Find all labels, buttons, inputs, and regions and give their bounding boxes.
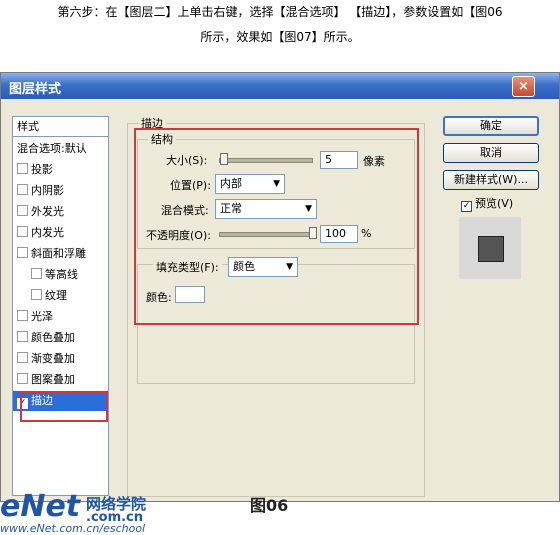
- styles-header: 样式: [13, 117, 108, 137]
- checkbox-icon[interactable]: [17, 205, 28, 216]
- enet-url: www.eNet.com.cn/eschool: [0, 522, 146, 535]
- preview-label: 预览(V): [475, 197, 514, 210]
- ok-button[interactable]: 确定: [443, 116, 539, 136]
- style-item[interactable]: 光泽: [13, 307, 108, 327]
- instruction-line-1: 第六步：在【图层二】上单击右键，选择【混合选项】 【描边】，参数设置如【图06: [57, 5, 503, 19]
- style-item-label: 斜面和浮雕: [31, 247, 86, 260]
- preview-check-icon: ✓: [461, 201, 472, 212]
- highlight-box-stroke-item: [20, 391, 108, 422]
- style-item-label: 渐变叠加: [31, 352, 75, 365]
- style-item-label: 投影: [31, 163, 53, 176]
- checkbox-icon[interactable]: [31, 289, 42, 300]
- checkbox-icon[interactable]: [17, 247, 28, 258]
- style-item[interactable]: 外发光: [13, 202, 108, 222]
- checkbox-icon[interactable]: [17, 184, 28, 195]
- figure-caption: 图06: [250, 496, 289, 515]
- preview-checkbox[interactable]: ✓ 预览(V): [461, 195, 513, 212]
- checkbox-icon[interactable]: [17, 163, 28, 174]
- preview-swatch: [478, 236, 504, 262]
- style-item-label: 内发光: [31, 226, 64, 239]
- style-item[interactable]: 内阴影: [13, 181, 108, 201]
- style-item[interactable]: 混合选项:默认: [13, 139, 108, 159]
- styles-list: 样式 混合选项:默认投影内阴影外发光内发光斜面和浮雕等高线纹理光泽颜色叠加渐变叠…: [12, 116, 109, 496]
- checkbox-icon[interactable]: [31, 268, 42, 279]
- style-item-label: 外发光: [31, 205, 64, 218]
- checkbox-icon[interactable]: [17, 331, 28, 342]
- style-item-label: 混合选项:默认: [17, 142, 87, 155]
- title-bar[interactable]: 图层样式 ×: [1, 73, 559, 99]
- style-item[interactable]: 颜色叠加: [13, 328, 108, 348]
- checkbox-icon[interactable]: [17, 226, 28, 237]
- style-item-label: 等高线: [45, 268, 78, 281]
- cancel-button[interactable]: 取消: [443, 143, 539, 163]
- checkbox-icon[interactable]: [17, 352, 28, 363]
- checkbox-icon[interactable]: [17, 310, 28, 321]
- new-style-button[interactable]: 新建样式(W)...: [443, 170, 539, 190]
- style-item[interactable]: 纹理: [13, 286, 108, 306]
- style-item-label: 内阴影: [31, 184, 64, 197]
- style-item[interactable]: 渐变叠加: [13, 349, 108, 369]
- style-item-label: 颜色叠加: [31, 331, 75, 344]
- close-icon[interactable]: ×: [512, 76, 535, 97]
- style-item[interactable]: 投影: [13, 160, 108, 180]
- style-item[interactable]: 内发光: [13, 223, 108, 243]
- instruction-line-2: 所示，效果如【图07】所示。: [200, 30, 360, 44]
- layer-style-dialog: 图层样式 × 样式 混合选项:默认投影内阴影外发光内发光斜面和浮雕等高线纹理光泽…: [0, 72, 560, 502]
- style-item[interactable]: 斜面和浮雕: [13, 244, 108, 264]
- style-item-label: 光泽: [31, 310, 53, 323]
- style-item-label: 纹理: [45, 289, 67, 302]
- style-item[interactable]: 等高线: [13, 265, 108, 285]
- dialog-title: 图层样式: [9, 82, 62, 97]
- enet-logo: eNet: [0, 489, 81, 524]
- highlight-box-stroke-settings: [134, 128, 419, 325]
- style-item-label: 图案叠加: [31, 373, 75, 386]
- style-item[interactable]: 图案叠加: [13, 370, 108, 390]
- checkbox-icon[interactable]: [17, 373, 28, 384]
